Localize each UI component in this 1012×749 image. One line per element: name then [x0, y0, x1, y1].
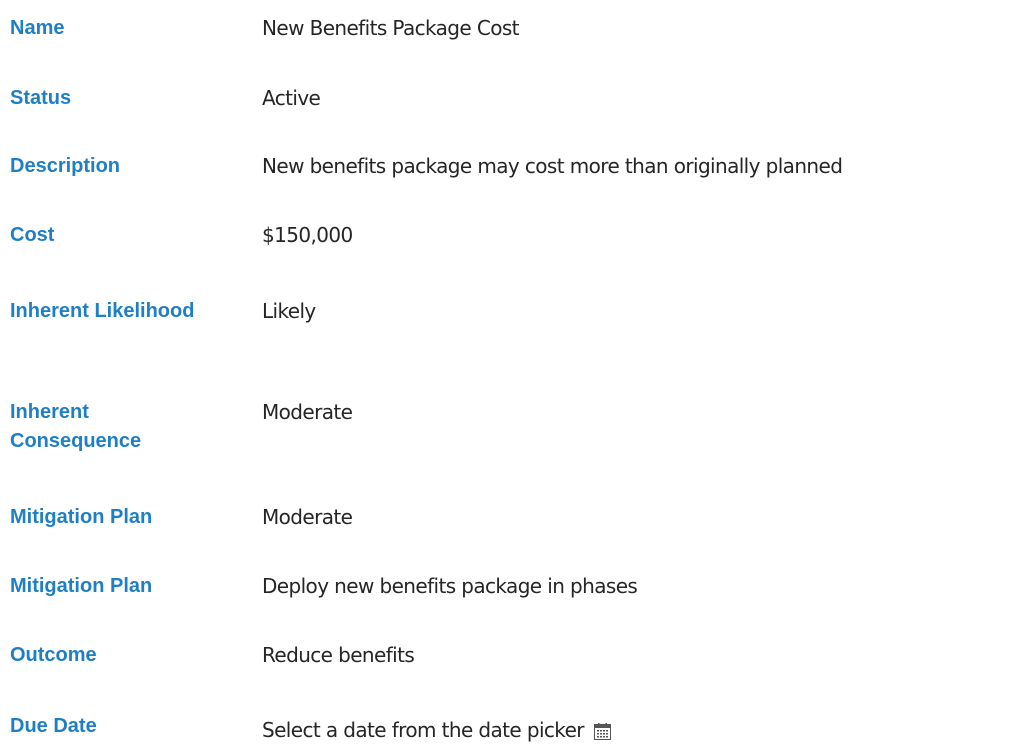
due-date-placeholder[interactable]: Select a date from the date picker	[262, 716, 585, 745]
mitigation-plan-label: Mitigation Plan	[10, 575, 153, 597]
mitigation-plan-value: Moderate	[262, 505, 353, 529]
outcome-value: Reduce benefits	[262, 643, 415, 667]
cost-label: Cost	[10, 224, 55, 246]
name-label: Name	[10, 17, 65, 39]
inherent-likelihood-value: Likely	[262, 299, 316, 323]
outcome-label: Outcome	[10, 644, 97, 666]
due-date-label: Due Date	[10, 715, 97, 737]
calendar-icon[interactable]	[593, 719, 611, 740]
mitigation-plan-value: Deploy new benefits package in phases	[262, 574, 638, 598]
name-value: New Benefits Package Cost	[262, 16, 520, 40]
inherent-consequence-value: Moderate	[262, 400, 353, 424]
due-date-picker[interactable]: Select a date from the date picker	[262, 716, 611, 745]
inherent-consequence-label: Inherent Consequence	[10, 401, 142, 452]
description-label: Description	[10, 155, 121, 177]
status-value: Active	[262, 86, 321, 110]
mitigation-plan-label: Mitigation Plan	[10, 506, 153, 528]
description-value: New benefits package may cost more than …	[262, 154, 843, 178]
inherent-likelihood-label: Inherent Likelihood	[10, 300, 195, 322]
status-label: Status	[10, 87, 72, 109]
cost-value: $150,000	[262, 223, 353, 247]
